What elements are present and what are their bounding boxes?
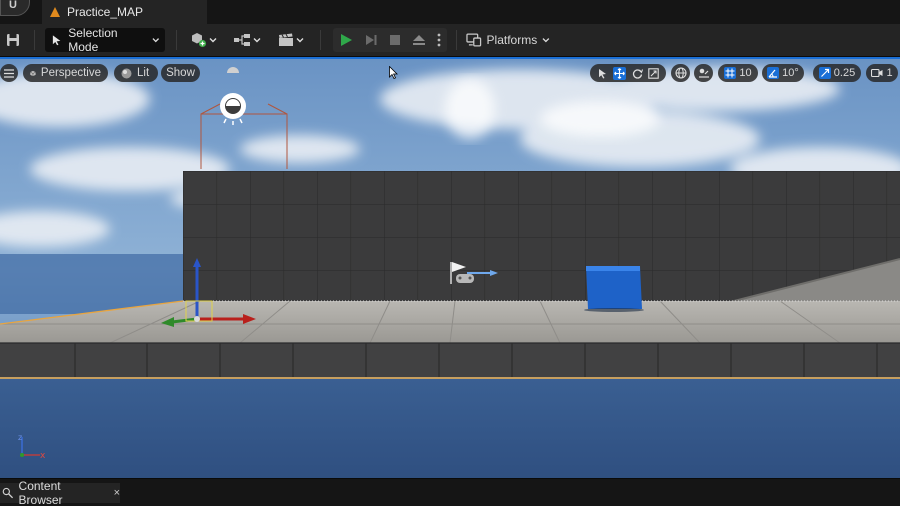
show-dropdown[interactable]: Show	[161, 64, 200, 82]
platforms-label: Platforms	[486, 33, 538, 47]
platforms-dropdown[interactable]: Platforms	[466, 28, 550, 52]
add-actor-icon	[192, 33, 207, 48]
perspective-label: Perspective	[40, 67, 101, 79]
toolbar-separator	[176, 30, 177, 50]
chevron-down-icon	[209, 38, 217, 43]
save-button[interactable]	[2, 28, 24, 52]
level-icon	[50, 7, 60, 17]
level-tab-label: Practice_MAP	[67, 5, 144, 19]
content-browser-label: Content Browser	[18, 479, 63, 506]
main-toolbar: Selection Mode Platforms	[0, 24, 900, 57]
grid-snap-icon	[724, 67, 737, 79]
viewport-scene	[0, 59, 900, 478]
select-tool-icon[interactable]	[597, 68, 608, 79]
lit-label: Lit	[137, 67, 150, 79]
close-icon[interactable]: ×	[114, 487, 120, 499]
toolbar-separator	[320, 30, 321, 50]
camera-speed-button[interactable]: 1	[866, 64, 898, 82]
stop-icon[interactable]	[389, 34, 401, 46]
selection-mode-dropdown[interactable]: Selection Mode	[45, 26, 165, 54]
platforms-icon	[466, 33, 482, 47]
camera-speed-value: 1	[886, 67, 893, 79]
level-viewport[interactable]: Perspective Lit Show 10 10° 0.25 1 z x	[0, 57, 900, 478]
scale-snap-icon	[818, 67, 831, 79]
svg-text:z: z	[18, 433, 22, 442]
chevron-down-icon	[253, 38, 261, 43]
clapperboard-icon	[279, 33, 293, 46]
step-forward-icon[interactable]	[364, 33, 378, 47]
chevron-down-icon	[296, 38, 304, 43]
viewport-menu-button[interactable]	[0, 64, 18, 82]
title-bar: U Practice_MAP	[0, 0, 900, 24]
surface-snap-icon	[698, 68, 709, 78]
bottom-bar: Content Browser ×	[0, 478, 900, 506]
surface-snapping-button[interactable]	[694, 64, 713, 82]
svg-text:x: x	[40, 451, 46, 461]
play-icon[interactable]	[339, 33, 353, 47]
globe-icon	[674, 67, 687, 79]
axis-indicator-icon: z x	[18, 433, 46, 461]
scale-snap-value: 0.25	[833, 67, 856, 79]
selection-mode-label: Selection Mode	[68, 26, 118, 54]
rotation-snap-value: 10°	[782, 67, 799, 79]
content-browser-icon	[2, 487, 14, 499]
save-icon	[7, 34, 19, 46]
world-local-toggle[interactable]	[671, 64, 690, 82]
lit-sphere-icon	[121, 68, 132, 78]
lit-dropdown[interactable]: Lit	[114, 64, 158, 82]
chevron-down-icon	[152, 38, 159, 43]
show-label: Show	[166, 67, 195, 79]
perspective-dropdown[interactable]: Perspective	[23, 64, 108, 82]
hamburger-icon	[4, 68, 14, 78]
blueprints-button[interactable]	[230, 28, 264, 52]
mouse-cursor-icon	[389, 66, 398, 79]
chevron-down-icon	[542, 38, 550, 43]
grid-snap-button[interactable]: 10	[718, 64, 758, 82]
cube-icon	[30, 70, 36, 76]
more-options-icon[interactable]	[437, 33, 441, 47]
grid-snap-value: 10	[739, 67, 752, 79]
cinematics-button[interactable]	[274, 28, 308, 52]
content-browser-tab[interactable]: Content Browser ×	[0, 479, 120, 506]
move-tool-icon[interactable]	[613, 66, 627, 80]
transform-tools	[590, 64, 666, 82]
toolbar-separator	[34, 30, 35, 50]
toolbar-separator	[456, 30, 457, 50]
camera-icon	[871, 68, 883, 78]
level-tab[interactable]: Practice_MAP	[42, 0, 207, 24]
add-actor-button[interactable]	[188, 28, 220, 52]
unreal-logo-icon[interactable]: U	[0, 0, 30, 16]
scale-tool-icon[interactable]	[648, 67, 659, 79]
blueprint-icon	[234, 34, 250, 46]
rotation-snap-button[interactable]: 10°	[762, 64, 804, 82]
rotate-tool-icon[interactable]	[632, 68, 643, 79]
play-controls	[333, 28, 447, 52]
eject-icon[interactable]	[412, 33, 426, 47]
rotation-snap-icon	[767, 67, 780, 79]
scale-snap-button[interactable]: 0.25	[813, 64, 861, 82]
pointer-icon	[52, 35, 61, 46]
